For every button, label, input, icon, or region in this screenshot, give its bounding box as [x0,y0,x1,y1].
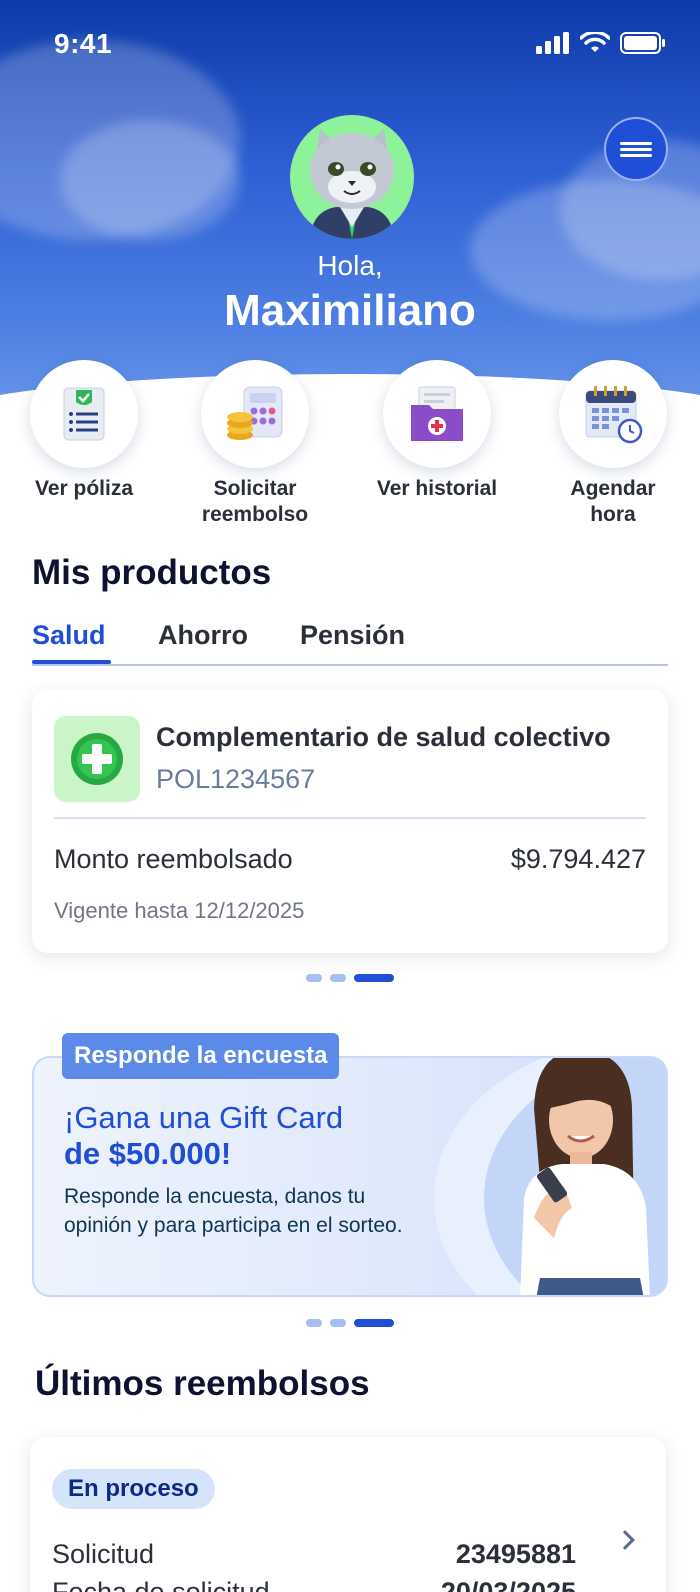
refund-card[interactable]: En proceso Solicitud 23495881 Fecha de s… [30,1437,666,1592]
carousel-dot-active[interactable] [354,974,394,982]
quick-action-ver-historial[interactable]: Ver historial [362,360,512,502]
validity-text: Vigente hasta 12/12/2025 [54,898,305,923]
greeting-text: Hola, [317,250,383,281]
tab-pension[interactable]: Pensión [300,620,405,651]
amount-value: $9.794.427 [510,844,646,874]
status-badge: En proceso [52,1469,215,1509]
status-time: 9:41 [54,28,113,59]
active-tab-indicator [32,660,111,664]
banner-description: Responde la encuesta, danos tu opinión y… [64,1185,403,1237]
banner-badge: Responde la encuesta [62,1033,340,1079]
quick-action-label: Ver historial [376,477,498,500]
quick-action-label: Agendar hora [570,477,656,526]
chevron-right-icon[interactable] [615,1530,635,1550]
user-name: Maximiliano [224,286,476,335]
carousel-dot[interactable] [330,974,346,982]
tab-ahorro[interactable]: Ahorro [158,620,248,651]
banner-carousel-indicator[interactable] [306,1319,394,1327]
cat-avatar-icon [310,129,394,239]
calendar-clock-icon [585,386,643,444]
banner-title-line1: ¡Gana una Gift Card [64,1100,344,1135]
tab-salud[interactable]: Salud [32,620,106,651]
carousel-dot-active[interactable] [354,1319,394,1327]
quick-action-label: Solicitar reembolso [201,477,309,526]
date-label: Fecha de solicitud [52,1577,270,1592]
avatar[interactable] [290,115,414,239]
wifi-icon [580,32,610,52]
refunds-title: Últimos reembolsos [35,1364,370,1403]
product-tabs: Salud Ahorro Pensión [32,620,668,666]
quick-action-ver-poliza[interactable]: Ver póliza [14,360,154,502]
products-title: Mis productos [32,553,272,592]
product-code: POL1234567 [156,764,316,794]
product-card[interactable]: Complementario de salud colectivo POL123… [32,690,668,953]
carousel-dot[interactable] [306,1319,322,1327]
products-carousel-indicator[interactable] [306,974,394,982]
banner-title-line2: de $50.000! [64,1136,232,1171]
medical-folder-icon [411,386,463,441]
quick-action-label: Ver póliza [34,477,134,500]
divider [54,817,646,819]
status-bar: 9:41 [0,0,700,88]
product-icon-wrap [54,716,140,802]
carousel-dot[interactable] [306,974,322,982]
hamburger-menu-icon [620,139,652,160]
request-label: Solicitud [52,1539,155,1569]
hamburger-menu-button[interactable] [604,117,668,181]
product-title: Complementario de salud colectivo [156,722,611,752]
policy-document-icon [63,387,105,441]
amount-label: Monto reembolsado [54,844,293,874]
battery-icon [620,32,665,54]
carousel-dot[interactable] [330,1319,346,1327]
quick-action-agendar-hora[interactable]: Agendar hora [548,360,678,528]
quick-actions: Ver póliza Solicitar reembolso Ver histo… [0,360,700,530]
survey-banner[interactable]: ¡Gana una Gift Card de $50.000! Responde… [32,1056,668,1297]
calculator-coins-icon [227,386,283,440]
date-value: 20/03/2025 [440,1577,576,1592]
quick-action-solicitar-reembolso[interactable]: Solicitar reembolso [190,360,320,528]
woman-with-phone-illustration [520,1058,650,1295]
request-value: 23495881 [455,1539,576,1569]
health-plus-icon [71,733,123,785]
signal-icon [536,32,569,54]
